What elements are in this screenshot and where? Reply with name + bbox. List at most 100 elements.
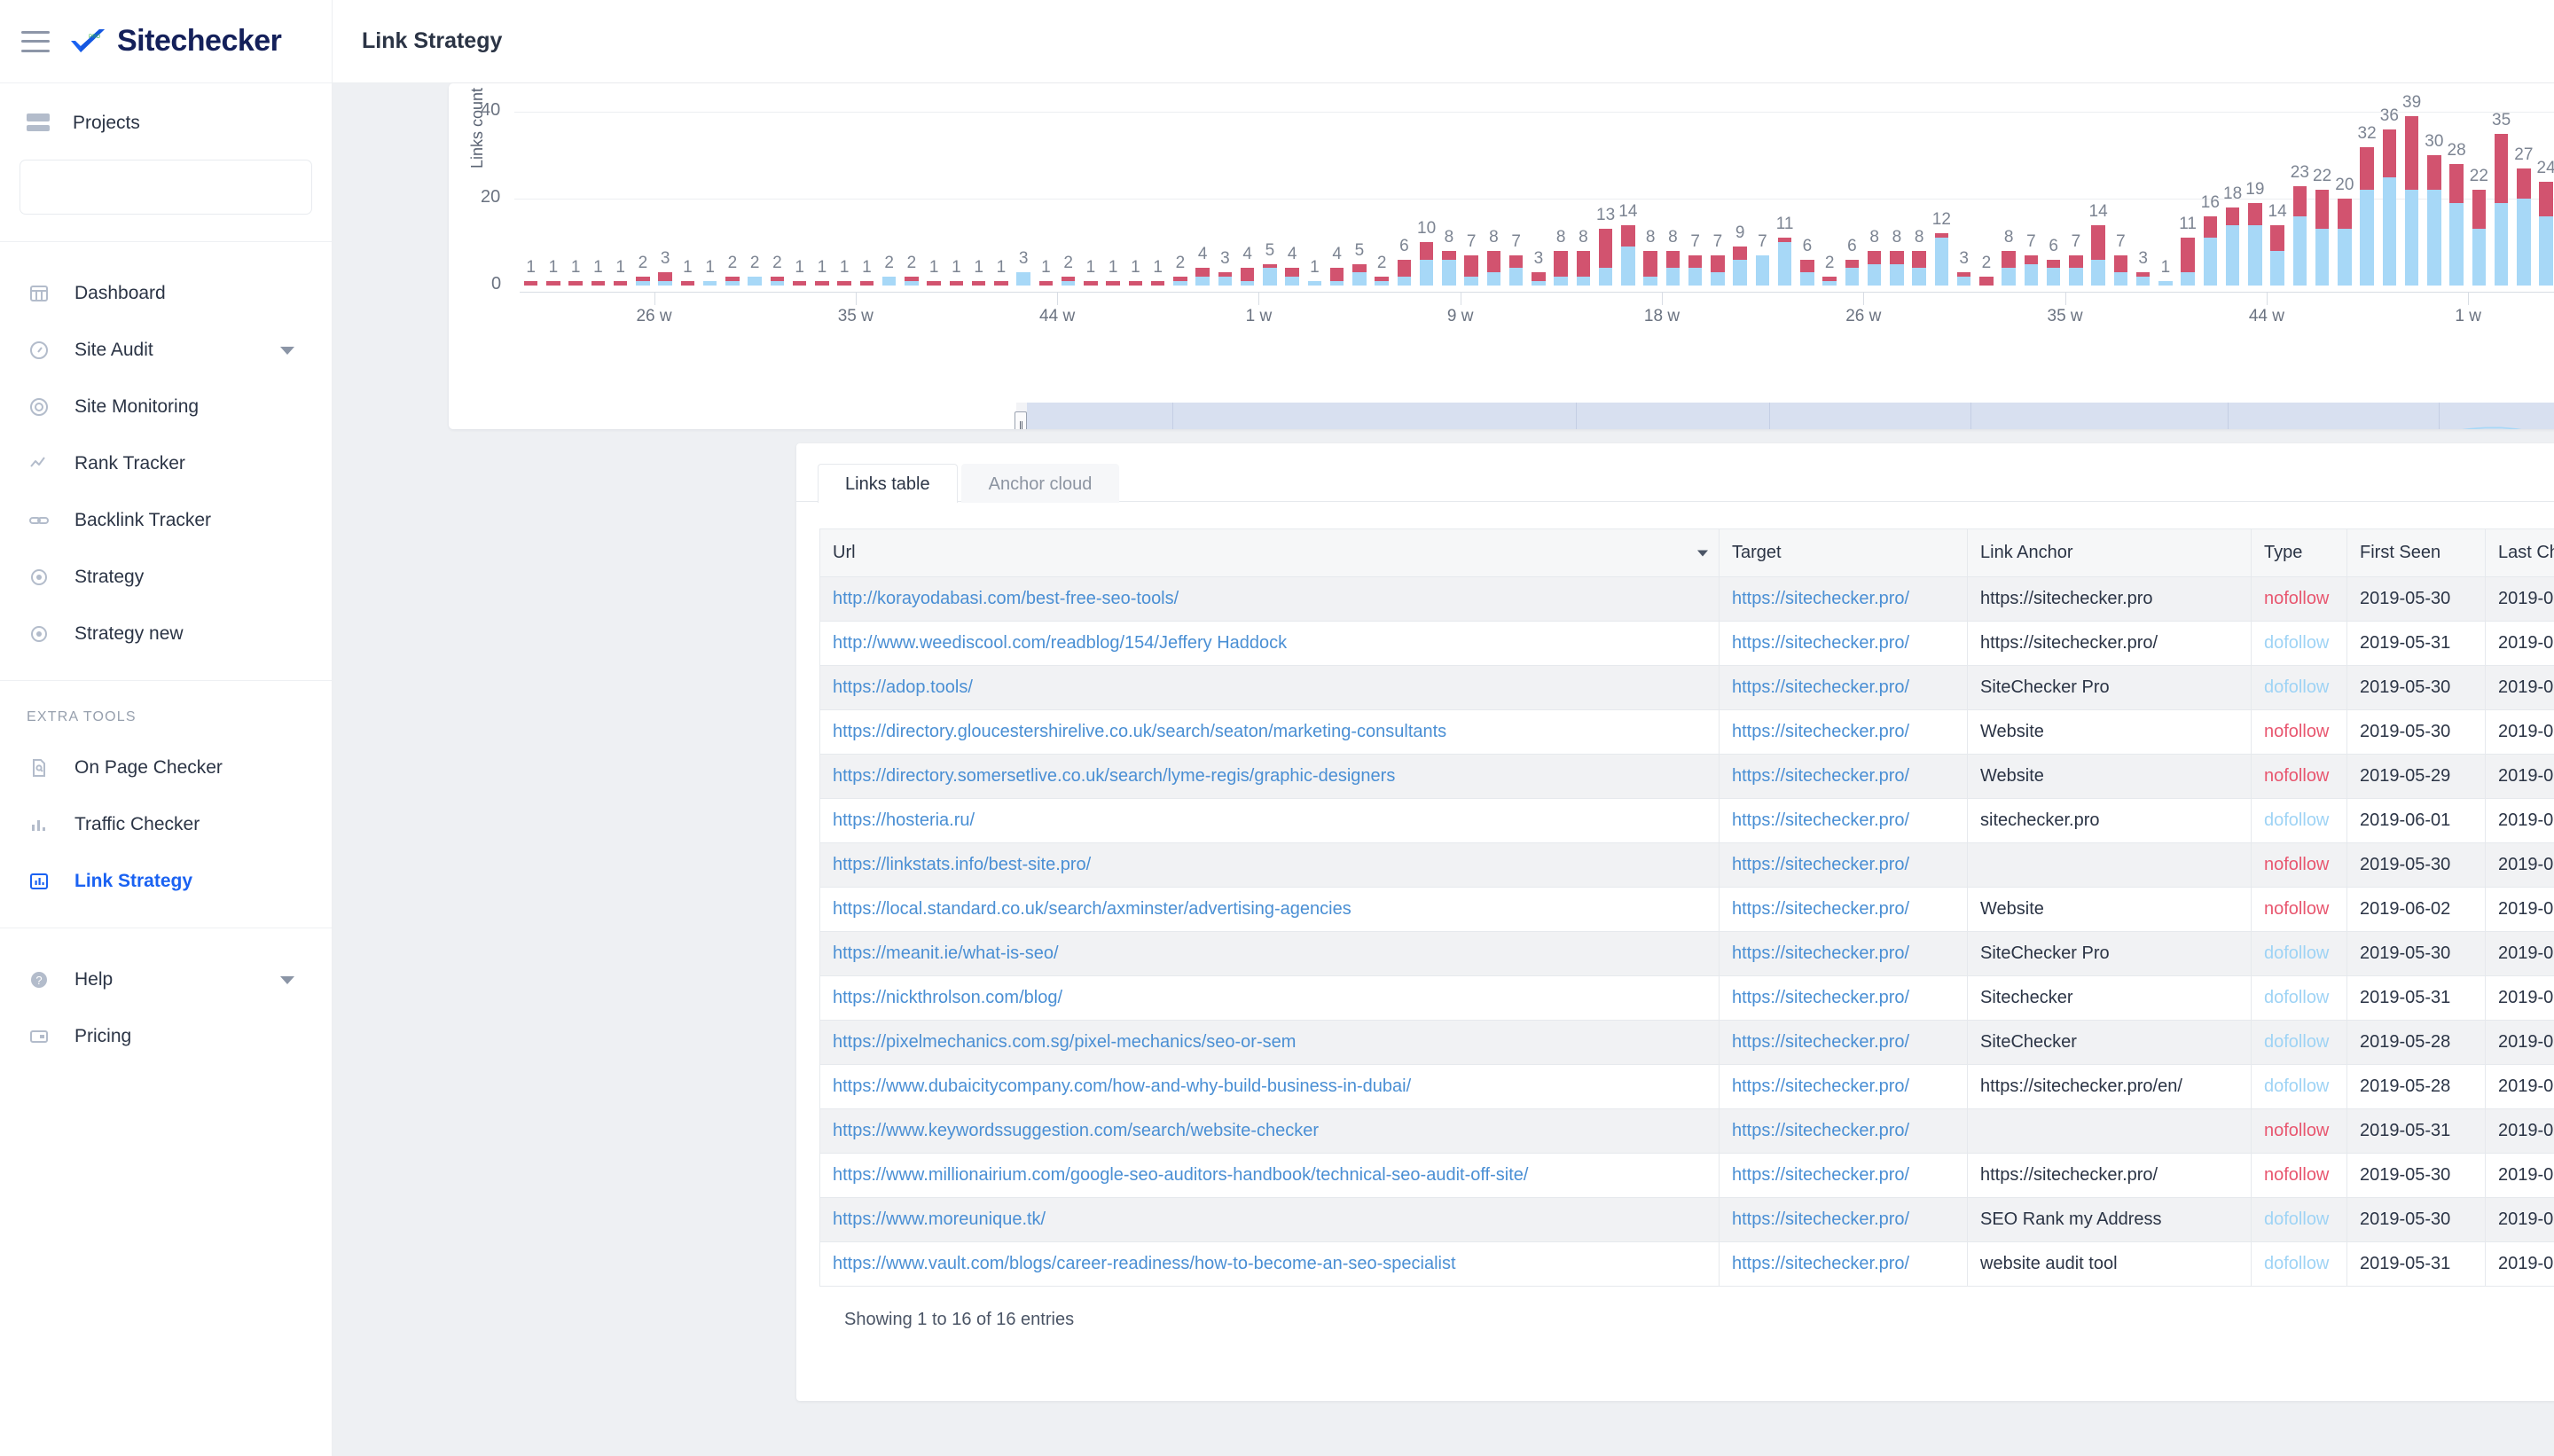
hamburger-menu-icon[interactable] bbox=[21, 30, 50, 52]
cell-url[interactable]: http://korayodabasi.com/best-free-seo-to… bbox=[819, 576, 1720, 622]
chart-bar[interactable]: 6 bbox=[1841, 90, 1863, 286]
chart-bar[interactable]: 3 bbox=[1953, 90, 1975, 286]
cell-url[interactable]: https://www.vault.com/blogs/career-readi… bbox=[819, 1241, 1720, 1287]
chart-bar[interactable]: 20 bbox=[2333, 90, 2355, 286]
chart-bar[interactable]: 3 bbox=[1013, 90, 1035, 286]
chart-bar[interactable]: 18 bbox=[2221, 90, 2244, 286]
chart-bar[interactable]: 3 bbox=[2132, 90, 2154, 286]
sidebar-item-on-page-checker[interactable]: On Page Checker bbox=[0, 740, 332, 796]
chart-bar[interactable]: 19 bbox=[2244, 90, 2266, 286]
chart-bar[interactable]: 1 bbox=[923, 90, 945, 286]
chart-bar[interactable]: 6 bbox=[1796, 90, 1818, 286]
chart-bar[interactable]: 4 bbox=[1236, 90, 1258, 286]
chart-bar[interactable]: 14 bbox=[1617, 90, 1639, 286]
table-row[interactable]: https://pixelmechanics.com.sg/pixel-mech… bbox=[819, 1020, 2554, 1065]
cell-url[interactable]: https://www.dubaicitycompany.com/how-and… bbox=[819, 1064, 1720, 1109]
cell-url[interactable]: https://directory.gloucestershirelive.co… bbox=[819, 709, 1720, 755]
chart-bar[interactable]: 14 bbox=[2088, 90, 2110, 286]
cell-target[interactable]: https://sitechecker.pro/ bbox=[1719, 975, 1968, 1021]
table-row[interactable]: http://www.weediscool.com/readblog/154/J… bbox=[819, 621, 2554, 666]
target-link[interactable]: https://sitechecker.pro/ bbox=[1732, 855, 1909, 874]
chart-bar[interactable]: 32 bbox=[2356, 90, 2378, 286]
cell-url[interactable]: https://hosteria.ru/ bbox=[819, 798, 1720, 843]
chart-bar[interactable]: 1 bbox=[834, 90, 856, 286]
table-row[interactable]: https://nickthrolson.com/blog/https://si… bbox=[819, 975, 2554, 1021]
chart-bar[interactable]: 2 bbox=[1819, 90, 1841, 286]
url-link[interactable]: https://directory.gloucestershirelive.co… bbox=[833, 722, 1446, 741]
chart-bar[interactable]: 7 bbox=[1706, 90, 1728, 286]
sidebar-item-dashboard[interactable]: Dashboard bbox=[0, 265, 332, 322]
chart-bar[interactable]: 8 bbox=[1885, 90, 1908, 286]
table-row[interactable]: https://local.standard.co.uk/search/axmi… bbox=[819, 887, 2554, 932]
chart-bar[interactable]: 1 bbox=[565, 90, 587, 286]
chart-bar[interactable]: 10 bbox=[1415, 90, 1438, 286]
cell-url[interactable]: https://www.moreunique.tk/ bbox=[819, 1197, 1720, 1242]
chart-bar[interactable]: 7 bbox=[2020, 90, 2042, 286]
chart-bar[interactable]: 1 bbox=[699, 90, 721, 286]
url-link[interactable]: https://meanit.ie/what-is-seo/ bbox=[833, 943, 1059, 963]
cell-url[interactable]: https://nickthrolson.com/blog/ bbox=[819, 975, 1720, 1021]
chart-bar[interactable]: 8 bbox=[1550, 90, 1572, 286]
cell-url[interactable]: https://adop.tools/ bbox=[819, 665, 1720, 710]
url-link[interactable]: https://hosteria.ru/ bbox=[833, 810, 975, 830]
chart-bar[interactable]: 2 bbox=[1057, 90, 1079, 286]
chart-bar[interactable]: 28 bbox=[2446, 90, 2468, 286]
chart-bar[interactable]: 8 bbox=[1640, 90, 1662, 286]
url-link[interactable]: http://korayodabasi.com/best-free-seo-to… bbox=[833, 589, 1179, 608]
cell-target[interactable]: https://sitechecker.pro/ bbox=[1719, 709, 1968, 755]
cell-target[interactable]: https://sitechecker.pro/ bbox=[1719, 798, 1968, 843]
table-row[interactable]: https://directory.gloucestershirelive.co… bbox=[819, 709, 2554, 755]
table-row[interactable]: https://adop.tools/https://sitechecker.p… bbox=[819, 665, 2554, 710]
cell-target[interactable]: https://sitechecker.pro/ bbox=[1719, 1197, 1968, 1242]
target-link[interactable]: https://sitechecker.pro/ bbox=[1732, 1076, 1909, 1096]
cell-target[interactable]: https://sitechecker.pro/ bbox=[1719, 665, 1968, 710]
chart-bar[interactable]: 7 bbox=[1505, 90, 1527, 286]
chart-bar[interactable]: 3 bbox=[654, 90, 677, 286]
chart-bar[interactable]: 13 bbox=[1594, 90, 1617, 286]
cell-target[interactable]: https://sitechecker.pro/ bbox=[1719, 1108, 1968, 1154]
cell-url[interactable]: https://local.standard.co.uk/search/axmi… bbox=[819, 887, 1720, 932]
chart-bar[interactable]: 8 bbox=[1438, 90, 1460, 286]
target-link[interactable]: https://sitechecker.pro/ bbox=[1732, 766, 1909, 786]
target-link[interactable]: https://sitechecker.pro/ bbox=[1732, 633, 1909, 653]
cell-target[interactable]: https://sitechecker.pro/ bbox=[1719, 1020, 1968, 1065]
brand-logo[interactable]: PRO Sitechecker bbox=[69, 24, 282, 59]
cell-url[interactable]: https://directory.somersetlive.co.uk/sea… bbox=[819, 754, 1720, 799]
chart-bar[interactable]: 1 bbox=[990, 90, 1012, 286]
chart-bar[interactable]: 24 bbox=[2535, 90, 2554, 286]
navigator-left-handle[interactable] bbox=[1015, 411, 1027, 429]
tab-anchor-cloud[interactable]: Anchor cloud bbox=[960, 464, 1120, 503]
cell-target[interactable]: https://sitechecker.pro/ bbox=[1719, 621, 1968, 666]
cell-target[interactable]: https://sitechecker.pro/ bbox=[1719, 1241, 1968, 1287]
target-link[interactable]: https://sitechecker.pro/ bbox=[1732, 1254, 1909, 1273]
chart-bar[interactable]: 1 bbox=[542, 90, 564, 286]
target-link[interactable]: https://sitechecker.pro/ bbox=[1732, 677, 1909, 697]
tab-links-table[interactable]: Links table bbox=[818, 464, 958, 503]
chart-bar[interactable]: 1 bbox=[1102, 90, 1124, 286]
chart-bar[interactable]: 9 bbox=[1729, 90, 1751, 286]
chart-bar[interactable]: 2 bbox=[1975, 90, 1997, 286]
sidebar-item-projects[interactable]: Projects bbox=[0, 106, 332, 140]
chart-bar[interactable]: 2 bbox=[721, 90, 743, 286]
cell-url[interactable]: https://linkstats.info/best-site.pro/ bbox=[819, 842, 1720, 888]
chart-bar[interactable]: 1 bbox=[1304, 90, 1326, 286]
url-link[interactable]: http://www.weediscool.com/readblog/154/J… bbox=[833, 633, 1287, 653]
links-chart[interactable]: Links count total 40 20 0 11111231122211… bbox=[449, 83, 2554, 339]
sidebar-item-rank-tracker[interactable]: Rank Tracker bbox=[0, 435, 332, 492]
table-row[interactable]: http://korayodabasi.com/best-free-seo-to… bbox=[819, 576, 2554, 622]
sidebar-item-link-strategy[interactable]: Link Strategy bbox=[0, 853, 332, 910]
url-link[interactable]: https://www.dubaicitycompany.com/how-and… bbox=[833, 1076, 1411, 1096]
url-link[interactable]: https://www.moreunique.tk/ bbox=[833, 1209, 1046, 1229]
sidebar-item-help[interactable]: ? Help bbox=[0, 951, 332, 1008]
sidebar-item-site-audit[interactable]: Site Audit bbox=[0, 322, 332, 379]
chart-bar[interactable]: 1 bbox=[1124, 90, 1147, 286]
cell-target[interactable]: https://sitechecker.pro/ bbox=[1719, 754, 1968, 799]
target-link[interactable]: https://sitechecker.pro/ bbox=[1732, 589, 1909, 608]
chevron-down-icon[interactable] bbox=[1697, 550, 1708, 556]
url-link[interactable]: https://pixelmechanics.com.sg/pixel-mech… bbox=[833, 1032, 1296, 1052]
chart-bar[interactable]: 2 bbox=[631, 90, 654, 286]
cell-target[interactable]: https://sitechecker.pro/ bbox=[1719, 887, 1968, 932]
chart-bar[interactable]: 4 bbox=[1281, 90, 1304, 286]
url-link[interactable]: https://linkstats.info/best-site.pro/ bbox=[833, 855, 1091, 874]
cell-target[interactable]: https://sitechecker.pro/ bbox=[1719, 576, 1968, 622]
